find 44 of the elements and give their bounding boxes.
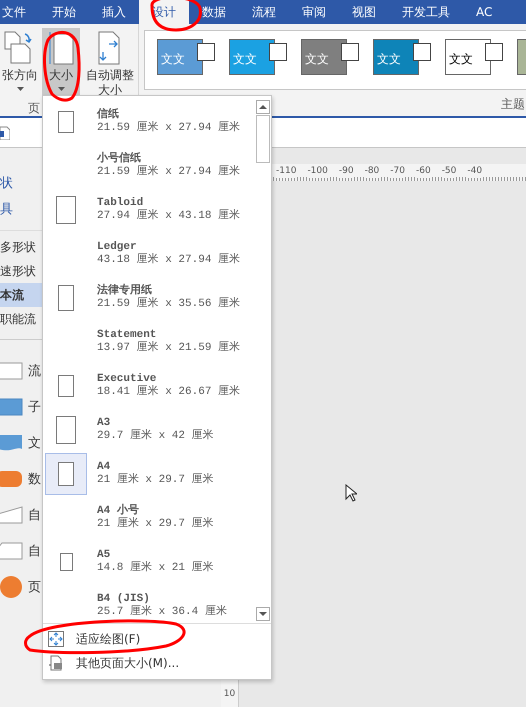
stencil-link[interactable]: 状 bbox=[0, 174, 13, 192]
process-shape-icon[interactable] bbox=[0, 360, 24, 382]
shape-label: 数 bbox=[28, 471, 41, 488]
scroll-up-icon[interactable] bbox=[256, 100, 270, 114]
ribbon-tab[interactable]: 数据 bbox=[189, 0, 239, 24]
page-icon bbox=[56, 196, 76, 224]
page-icon bbox=[58, 111, 74, 133]
scroll-down-icon[interactable] bbox=[256, 607, 270, 621]
fit-to-page-icon bbox=[48, 631, 64, 647]
ribbon-tab[interactable]: 开发工具 bbox=[389, 0, 463, 24]
caret-icon bbox=[16, 87, 24, 91]
page-icon bbox=[60, 553, 72, 571]
subprocess-shape-icon[interactable] bbox=[0, 396, 24, 418]
ribbon-button[interactable]: 自动调整大小 bbox=[82, 28, 138, 100]
data-shape-icon[interactable] bbox=[0, 468, 24, 490]
group-label: 页 bbox=[28, 100, 40, 117]
ribbon-tab[interactable]: 流程 bbox=[239, 0, 289, 24]
ribbon-tab[interactable]: 审阅 bbox=[289, 0, 339, 24]
shape-label: 文 bbox=[28, 435, 41, 452]
page-setup-icon bbox=[48, 655, 64, 671]
page-icon bbox=[56, 416, 76, 444]
shape-label: 自 bbox=[28, 543, 41, 560]
ribbon-tab[interactable]: 开始 bbox=[39, 0, 89, 24]
manual-op-shape-icon[interactable] bbox=[0, 540, 24, 562]
caret-icon bbox=[58, 87, 64, 91]
ribbon-button[interactable]: 张方向 bbox=[0, 28, 40, 100]
ribbon-tab[interactable]: 文件 bbox=[0, 0, 39, 24]
ribbon-tab[interactable]: AC bbox=[463, 0, 506, 24]
page-icon bbox=[58, 462, 74, 486]
shape-label: 流 bbox=[28, 363, 41, 380]
shape-label: 子 bbox=[28, 399, 41, 416]
page-icon bbox=[58, 375, 74, 397]
ribbon-tab[interactable]: 视图 bbox=[339, 0, 389, 24]
circle-shape-icon[interactable] bbox=[0, 576, 24, 598]
page-size-item[interactable]: 信纸 21.59 厘米 x 27.94 厘米 bbox=[43, 100, 255, 144]
stencil-link[interactable]: 具 bbox=[0, 200, 13, 218]
ribbon-tab[interactable]: 插入 bbox=[89, 0, 139, 24]
manual-input-shape-icon[interactable] bbox=[0, 504, 24, 526]
scrollbar-thumb[interactable] bbox=[256, 115, 270, 163]
group-label: 主题 bbox=[501, 96, 525, 113]
shape-label: 自 bbox=[28, 507, 41, 524]
page-icon bbox=[58, 285, 74, 311]
mouse-pointer-icon bbox=[345, 484, 357, 502]
shape-label: 页 bbox=[28, 579, 41, 596]
